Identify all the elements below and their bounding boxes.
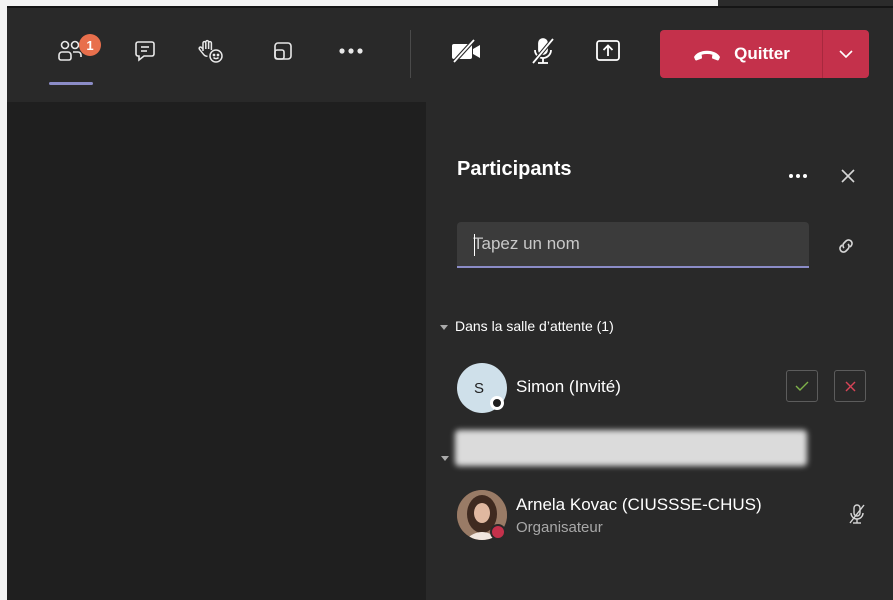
leave-meeting-button[interactable]: Quitter <box>660 30 822 78</box>
share-screen-button[interactable] <box>590 33 626 69</box>
chat-icon <box>135 41 155 62</box>
raise-hand-icon <box>198 39 223 63</box>
participants-count-badge: 1 <box>79 34 101 56</box>
more-icon <box>339 48 363 54</box>
meeting-toolbar: 1 Quitter <box>7 8 893 102</box>
waiting-room-section-header[interactable]: Dans la salle d’attente (1) <box>440 318 614 334</box>
mic-off-icon <box>849 504 865 524</box>
active-tab-indicator <box>49 82 93 85</box>
checkmark-icon <box>795 381 809 391</box>
window-edge-left <box>0 0 7 600</box>
panel-close-button[interactable] <box>836 164 860 188</box>
avatar-initial: S <box>473 379 484 397</box>
status-busy-icon <box>490 524 506 540</box>
panel-title: Participants <box>457 158 572 180</box>
leave-button-label: Quitter <box>734 44 790 63</box>
window-edge-top <box>0 0 893 8</box>
participant-search-input[interactable] <box>457 222 809 266</box>
participant-mic-status[interactable] <box>844 501 870 527</box>
reactions-button[interactable] <box>193 33 229 69</box>
participant-row[interactable]: Arnela Kovac (CIUSSSE-CHUS) Organisateur <box>457 490 887 544</box>
close-icon <box>841 169 855 183</box>
deny-button[interactable] <box>834 370 866 402</box>
redacted-section-header <box>455 430 807 466</box>
waiting-participant-row[interactable]: S Simon (Invité) <box>457 363 887 417</box>
status-offline-icon <box>490 396 504 410</box>
camera-off-icon <box>452 38 480 64</box>
participant-search-field[interactable] <box>457 222 809 268</box>
chevron-down-icon <box>839 50 853 58</box>
leave-options-dropdown[interactable] <box>823 30 869 78</box>
more-icon <box>789 174 807 178</box>
text-caret <box>474 234 475 256</box>
waiting-room-section-label: Dans la salle d’attente (1) <box>455 318 614 334</box>
participant-name: Arnela Kovac (CIUSSSE-CHUS) <box>516 495 762 514</box>
rooms-button[interactable] <box>265 33 301 69</box>
close-icon <box>845 381 855 391</box>
admit-button[interactable] <box>786 370 818 402</box>
participant-role: Organisateur <box>516 519 603 536</box>
mic-off-icon <box>531 37 555 65</box>
meeting-stage <box>7 102 426 600</box>
rooms-icon <box>274 42 292 60</box>
panel-more-options-button[interactable] <box>784 164 812 188</box>
collapse-triangle-icon <box>441 456 449 461</box>
mic-toggle-button[interactable] <box>525 33 561 69</box>
share-icon <box>596 40 620 61</box>
chat-button[interactable] <box>127 33 163 69</box>
hang-up-icon <box>694 50 721 61</box>
copy-invite-link-button[interactable] <box>834 234 858 258</box>
link-icon <box>839 239 853 253</box>
participants-panel: Participants Dans la salle d’attente (1)… <box>426 102 893 600</box>
more-actions-button[interactable] <box>333 33 369 69</box>
collapse-triangle-icon <box>440 324 448 330</box>
camera-toggle-button[interactable] <box>449 33 485 69</box>
toolbar-separator <box>410 30 411 78</box>
participant-name: Simon (Invité) <box>516 377 621 396</box>
